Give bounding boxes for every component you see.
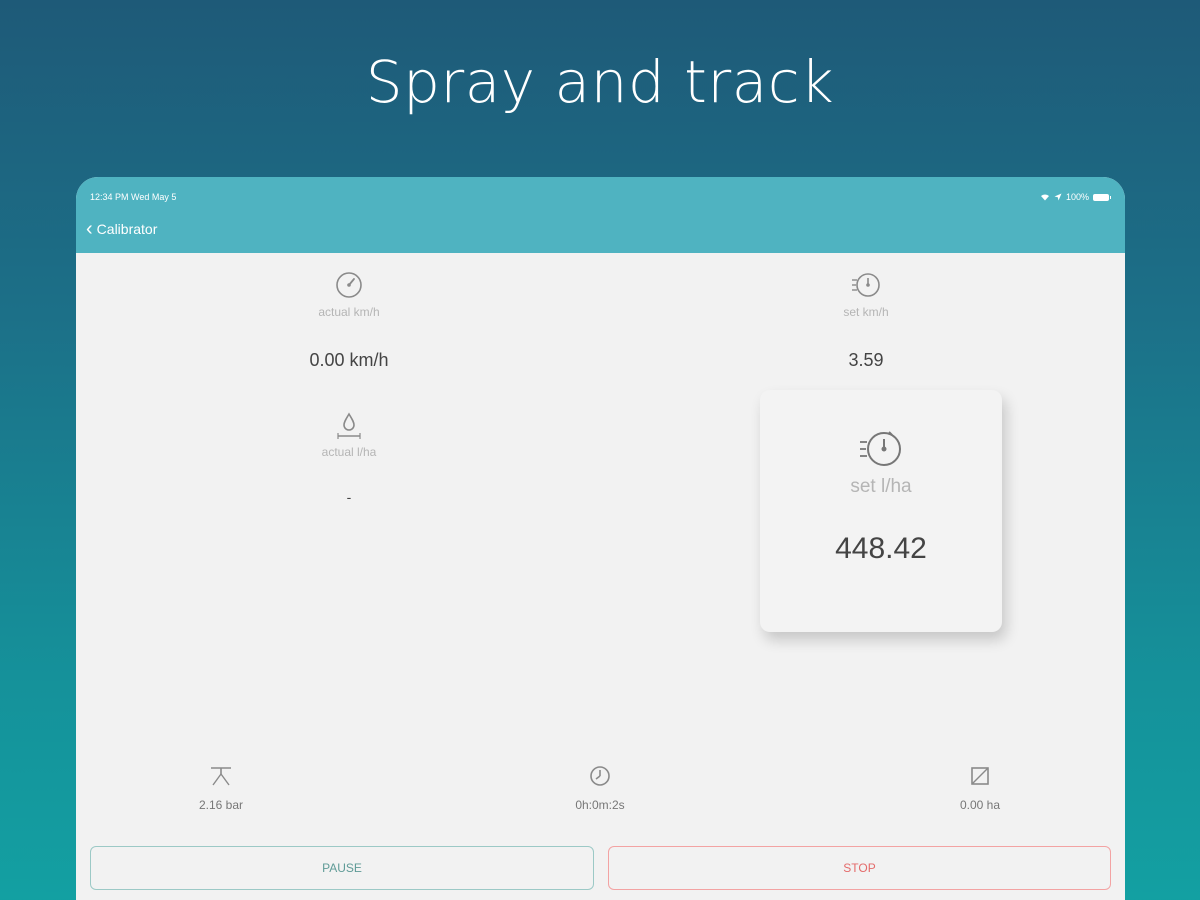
elapsed-time-value: 0h:0m:2s (575, 798, 625, 812)
set-rate-label: set l/ha (850, 476, 912, 497)
wifi-icon (1040, 194, 1049, 201)
promo-title: Spray and track (365, 48, 835, 116)
area-value: 0.00 ha (959, 798, 1001, 812)
speedometer-icon (336, 272, 362, 298)
stop-button[interactable]: STOP (608, 846, 1111, 890)
actual-speed-metric: actual km/h 0.00 km/h (249, 271, 449, 371)
device-screen: 12:34 PM Wed May 5 100% ‹ Calibrator act… (76, 177, 1125, 900)
chevron-left-icon: ‹ (86, 218, 93, 240)
navigation-bar: 12:34 PM Wed May 5 100% ‹ Calibrator (76, 177, 1125, 253)
set-speed-label: set km/h (843, 305, 889, 319)
location-arrow-icon (1054, 193, 1062, 201)
actual-rate-value: - (346, 489, 352, 505)
clock-icon (590, 766, 610, 786)
timer-icon (852, 273, 880, 297)
set-speed-value: 3.59 (848, 350, 884, 370)
battery-percentage: 100% (1065, 192, 1089, 202)
battery-icon (1093, 193, 1111, 201)
timer-icon (860, 431, 901, 466)
actual-rate-label: actual l/ha (321, 445, 377, 459)
pressure-value: 2.16 bar (198, 798, 244, 812)
back-button-label: Calibrator (96, 221, 158, 237)
area-stat: 0.00 ha (900, 764, 1060, 812)
nozzle-icon (211, 767, 231, 786)
area-icon (971, 767, 989, 785)
status-indicators: 100% (1040, 192, 1111, 202)
droplet-icon (337, 412, 361, 439)
pressure-stat: 2.16 bar (141, 764, 301, 812)
elapsed-time-stat: 0h:0m:2s (520, 764, 680, 812)
actual-rate-metric: actual l/ha - (249, 411, 449, 505)
set-speed-metric: set km/h 3.59 (766, 271, 966, 371)
set-rate-value: 448.42 (835, 532, 927, 565)
actual-speed-value: 0.00 km/h (309, 350, 389, 370)
pause-button[interactable]: PAUSE (90, 846, 594, 890)
back-button[interactable]: ‹ Calibrator (86, 218, 158, 240)
actual-speed-label: actual km/h (318, 305, 380, 319)
status-time: 12:34 PM Wed May 5 (90, 192, 177, 202)
set-rate-card: set l/ha 448.42 (760, 390, 1002, 632)
